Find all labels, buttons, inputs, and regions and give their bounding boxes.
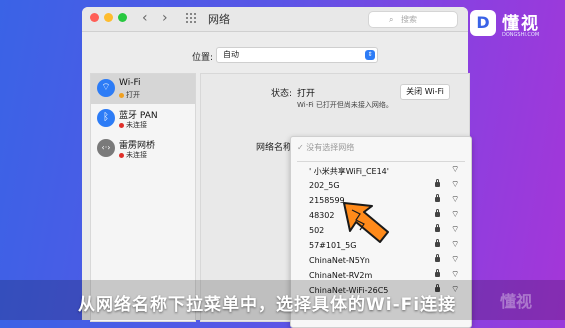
network-item[interactable]: 502 ⌔ xyxy=(291,224,471,239)
status-dot xyxy=(119,152,124,158)
network-name: ChinaNet-RV2m xyxy=(309,271,373,280)
network-item[interactable]: 57#101_5G ⌔ xyxy=(291,239,471,254)
status-dot xyxy=(119,122,124,128)
service-name: Wi-Fi xyxy=(119,78,141,88)
select-arrows-icon: ⇕ xyxy=(365,50,375,60)
thunderbolt-bridge-icon: ‹·› xyxy=(97,139,115,157)
brand-mark-icon: D xyxy=(470,10,496,36)
network-item[interactable]: 48302 ⌔ xyxy=(291,209,471,224)
close-window-button[interactable] xyxy=(90,13,99,22)
wifi-signal-icon: ⌔ xyxy=(451,210,460,220)
network-item[interactable]: ' 小米共享WiFi_CE14' ⌔ xyxy=(291,164,471,179)
wifi-signal-icon: ⌔ xyxy=(451,240,460,250)
no-network-selected-item[interactable]: ✓ 没有选择网络 xyxy=(291,140,471,155)
network-name: 57#101_5G xyxy=(309,241,357,250)
zoom-window-button[interactable] xyxy=(118,13,127,22)
forward-arrow-icon[interactable]: › xyxy=(162,10,168,26)
bluetooth-icon: ᛒ xyxy=(97,109,115,127)
lock-icon xyxy=(435,179,440,187)
network-item[interactable]: 2158599 ⌔ xyxy=(291,194,471,209)
service-status: 打开 xyxy=(119,90,140,100)
back-arrow-icon[interactable]: ‹ xyxy=(142,10,148,26)
network-name: 202_5G xyxy=(309,181,340,190)
turn-off-wifi-button[interactable]: 关闭 Wi-Fi xyxy=(400,84,450,100)
service-item-wifi[interactable]: ⌔ Wi-Fi 打开 xyxy=(91,74,195,104)
lock-icon xyxy=(435,239,440,247)
status-dot xyxy=(119,92,124,98)
wifi-icon: ⌔ xyxy=(97,79,115,97)
wifi-signal-icon: ⌔ xyxy=(451,180,460,190)
lock-icon xyxy=(435,209,440,217)
watermark: 懂视 xyxy=(500,292,533,311)
lock-icon xyxy=(435,194,440,202)
search-icon: ⌕ xyxy=(389,15,394,24)
lock-icon xyxy=(435,254,440,262)
network-name: 502 xyxy=(309,226,325,235)
status-label: 状态: xyxy=(271,89,293,99)
status-description: Wi-Fi 已打开但尚未接入网络。 xyxy=(297,101,393,109)
network-item[interactable]: 202_5G ⌔ xyxy=(291,179,471,194)
location-select[interactable]: 自动 ⇕ xyxy=(216,47,378,63)
search-field[interactable]: ⌕ 搜索 xyxy=(368,11,458,28)
title-bar: ‹ › 网络 ⌕ 搜索 xyxy=(82,7,468,32)
service-item-bluetooth-pan[interactable]: ᛒ 蓝牙 PAN 未连接 xyxy=(91,104,195,134)
window-title: 网络 xyxy=(208,13,230,26)
network-name: 2158599 xyxy=(309,196,345,205)
search-placeholder: 搜索 xyxy=(401,15,417,24)
wifi-signal-icon: ⌔ xyxy=(451,195,460,205)
brand-subtitle: DONGSHI.COM xyxy=(502,32,540,38)
service-item-thunderbolt-bridge[interactable]: ‹·› 雷雳网桥 未连接 xyxy=(91,134,195,164)
network-name: ChinaNet-N5Yn xyxy=(309,256,370,265)
location-value: 自动 xyxy=(223,50,239,59)
wifi-signal-icon: ⌔ xyxy=(451,255,460,265)
menu-divider xyxy=(297,161,465,162)
network-item[interactable]: ChinaNet-N5Yn ⌔ xyxy=(291,254,471,269)
location-label: 位置: xyxy=(192,53,214,63)
brand-name: 懂视 xyxy=(502,14,540,34)
brand-logo: D 懂视 DONGSHI.COM xyxy=(470,8,562,44)
status-value: 打开 xyxy=(297,89,316,99)
service-status: 未连接 xyxy=(119,150,147,160)
network-name: ' 小米共享WiFi_CE14' xyxy=(309,167,389,176)
tutorial-caption: 从网络名称下拉菜单中，选择具体的Wi-Fi连接 xyxy=(78,295,457,315)
lock-icon xyxy=(435,269,440,277)
wifi-signal-icon: ⌔ xyxy=(451,270,460,280)
network-name: 48302 xyxy=(309,211,335,220)
service-status: 未连接 xyxy=(119,120,147,130)
minimize-window-button[interactable] xyxy=(104,13,113,22)
menu-item-label: ✓ 没有选择网络 xyxy=(297,143,355,152)
show-all-grid-icon[interactable] xyxy=(186,13,198,25)
wifi-signal-icon: ⌔ xyxy=(451,165,460,175)
wifi-signal-icon: ⌔ xyxy=(451,225,460,235)
lock-icon xyxy=(435,224,440,232)
